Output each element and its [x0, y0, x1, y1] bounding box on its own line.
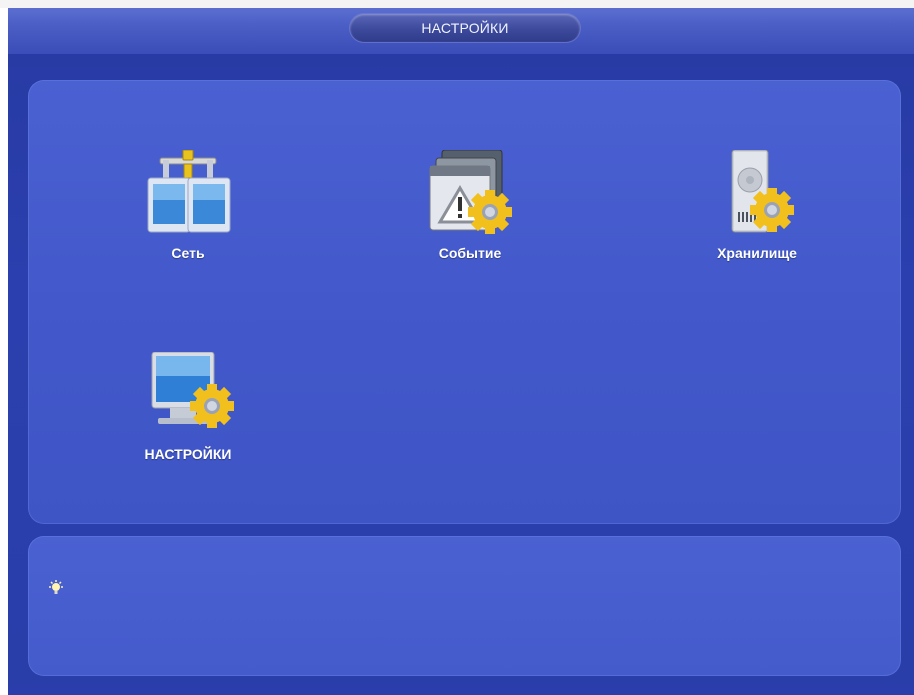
menu-item-label: НАСТРОЙКИ: [144, 446, 232, 462]
network-icon: [143, 149, 233, 245]
menu-item-storage[interactable]: Хранилище: [672, 149, 842, 290]
top-edge: [0, 0, 914, 8]
bottom-edge: [8, 684, 914, 695]
dvr-screen: НАСТРОЙКИ Сеть Событие Хранилище НАСТРОЙ…: [8, 8, 914, 695]
window-title: НАСТРОЙКИ: [350, 14, 580, 42]
storage-icon: [712, 149, 802, 247]
menu-item-network[interactable]: Сеть: [103, 149, 273, 290]
lightbulb-icon: [48, 580, 64, 601]
menu-item-system-settings[interactable]: НАСТРОЙКИ: [103, 351, 273, 492]
hint-panel: [28, 536, 901, 676]
menu-item-label: Сеть: [171, 245, 205, 261]
settings-menu-panel: Сеть Событие Хранилище НАСТРОЙКИ: [28, 80, 901, 524]
system-settings-icon: [140, 351, 236, 447]
title-bar: НАСТРОЙКИ: [8, 8, 914, 54]
menu-item-event[interactable]: Событие: [385, 149, 555, 290]
menu-item-label: Событие: [438, 245, 502, 261]
menu-item-label: Хранилище: [717, 245, 797, 261]
event-icon: [422, 149, 518, 245]
